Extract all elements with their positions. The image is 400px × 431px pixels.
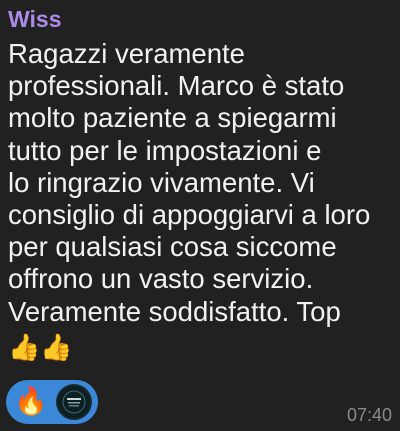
message-line: tutto per le impostazioni e — [8, 134, 322, 166]
message-line: per qualsiasi cosa siccome — [8, 231, 337, 263]
sender-name[interactable]: Wiss — [8, 4, 61, 34]
message-line: professionali. Marco è stato — [8, 70, 345, 102]
message-line: Ragazzi veramente — [8, 38, 245, 69]
message-line: molto paziente a spiegarmi — [8, 102, 337, 134]
message-line: lo ringrazio vivamente. Vi — [8, 166, 315, 198]
message-text: Ragazzi veramente professionali. Marco è… — [8, 38, 396, 364]
message-line: offrono un vasto servizio. — [8, 263, 314, 295]
message-bubble[interactable]: Wiss Ragazzi veramente professionali. Ma… — [0, 0, 400, 431]
reactor-avatar — [56, 384, 92, 420]
fire-icon: 🔥 — [14, 386, 48, 417]
thumbs-up-emoji: 👍👍 — [8, 331, 73, 362]
message-line: Veramente soddisfatto. Top — [8, 295, 341, 327]
reaction-chip[interactable]: 🔥 — [6, 380, 98, 424]
message-timestamp: 07:40 — [346, 405, 392, 425]
message-line: consiglio di appoggiarvi a loro — [8, 199, 371, 231]
avatar-logo-icon — [59, 387, 89, 417]
